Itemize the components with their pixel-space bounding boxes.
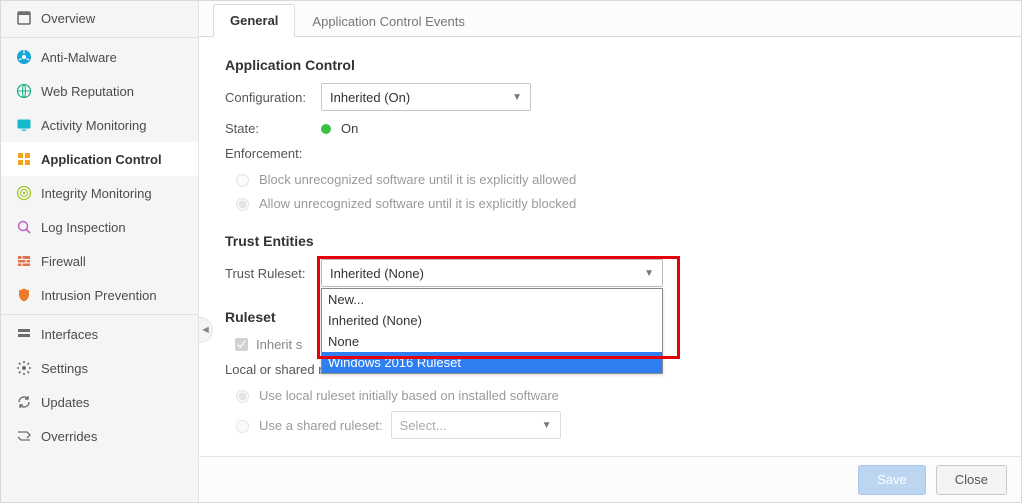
sidebar-item-firewall[interactable]: Firewall bbox=[1, 244, 198, 278]
inherit-checkbox bbox=[235, 338, 248, 351]
sidebar-item-antimalware[interactable]: Anti-Malware bbox=[1, 40, 198, 74]
radio-allow bbox=[236, 198, 249, 211]
sidebar-label: Web Reputation bbox=[41, 84, 134, 99]
app-icon bbox=[13, 151, 35, 167]
sidebar-item-appcontrol[interactable]: Application Control bbox=[1, 142, 198, 176]
search-icon bbox=[13, 219, 35, 235]
shared-ruleset-select: Select... ▼ bbox=[391, 411, 561, 439]
sidebar-item-settings[interactable]: Settings bbox=[1, 351, 198, 385]
state-label: State: bbox=[225, 121, 321, 136]
tab-general[interactable]: General bbox=[213, 4, 295, 37]
sidebar-label: Settings bbox=[41, 361, 88, 376]
tab-bar: General Application Control Events bbox=[199, 1, 1021, 37]
sidebar-label: Activity Monitoring bbox=[41, 118, 146, 133]
status-dot-icon bbox=[321, 124, 331, 134]
biohazard-icon bbox=[13, 49, 35, 65]
config-value: Inherited (On) bbox=[330, 90, 410, 105]
trust-ruleset-dropdown: New... Inherited (None) None Windows 201… bbox=[321, 288, 663, 374]
radio-shared bbox=[236, 420, 249, 433]
config-label: Configuration: bbox=[225, 90, 321, 105]
enforcement-allow-option: Allow unrecognized software until it is … bbox=[231, 195, 995, 211]
interfaces-icon bbox=[13, 326, 35, 342]
sidebar-item-overrides[interactable]: Overrides bbox=[1, 419, 198, 453]
overrides-icon bbox=[13, 428, 35, 444]
radio-block bbox=[236, 174, 249, 187]
firewall-icon bbox=[13, 253, 35, 269]
section-appcontrol-title: Application Control bbox=[225, 57, 995, 73]
sidebar-item-integrity[interactable]: Integrity Monitoring bbox=[1, 176, 198, 210]
chevron-down-icon: ▼ bbox=[644, 268, 654, 279]
sidebar-item-interfaces[interactable]: Interfaces bbox=[1, 317, 198, 351]
state-value: On bbox=[341, 121, 358, 136]
trust-label: Trust Ruleset: bbox=[225, 266, 321, 281]
tab-events[interactable]: Application Control Events bbox=[295, 5, 481, 37]
sidebar-label: Firewall bbox=[41, 254, 86, 269]
sidebar-item-ips[interactable]: Intrusion Prevention bbox=[1, 278, 198, 312]
trust-opt-new[interactable]: New... bbox=[322, 289, 662, 310]
close-button[interactable]: Close bbox=[936, 465, 1007, 495]
sidebar-label: Interfaces bbox=[41, 327, 98, 342]
sidebar: Overview Anti-Malware Web Reputation Act… bbox=[1, 1, 199, 502]
radio-local bbox=[236, 390, 249, 403]
overview-icon bbox=[13, 10, 35, 26]
sidebar-item-overview[interactable]: Overview bbox=[1, 1, 198, 35]
trust-value: Inherited (None) bbox=[330, 266, 424, 281]
trust-opt-windows2016[interactable]: Windows 2016 Ruleset bbox=[322, 352, 662, 373]
trust-opt-inherited[interactable]: Inherited (None) bbox=[322, 310, 662, 331]
sidebar-item-webrep[interactable]: Web Reputation bbox=[1, 74, 198, 108]
chevron-down-icon: ▼ bbox=[512, 92, 522, 103]
refresh-icon bbox=[13, 394, 35, 410]
footer-bar: Save Close bbox=[199, 456, 1021, 502]
sidebar-label: Intrusion Prevention bbox=[41, 288, 157, 303]
sidebar-label: Overrides bbox=[41, 429, 97, 444]
sidebar-item-updates[interactable]: Updates bbox=[1, 385, 198, 419]
configuration-select[interactable]: Inherited (On) ▼ bbox=[321, 83, 531, 111]
shared-ruleset-option: Use a shared ruleset: Select... ▼ bbox=[231, 411, 995, 439]
trust-ruleset-select[interactable]: Inherited (None) ▼ bbox=[321, 259, 663, 287]
sidebar-item-activity[interactable]: Activity Monitoring bbox=[1, 108, 198, 142]
shield-icon bbox=[13, 287, 35, 303]
enforcement-label: Enforcement: bbox=[225, 146, 321, 161]
sidebar-label: Anti-Malware bbox=[41, 50, 117, 65]
section-trust-title: Trust Entities bbox=[225, 233, 995, 249]
sidebar-label: Integrity Monitoring bbox=[41, 186, 152, 201]
sidebar-label: Application Control bbox=[41, 152, 162, 167]
globe-icon bbox=[13, 83, 35, 99]
sidebar-label: Updates bbox=[41, 395, 89, 410]
save-button[interactable]: Save bbox=[858, 465, 926, 495]
monitor-icon bbox=[13, 117, 35, 133]
sidebar-item-loginspection[interactable]: Log Inspection bbox=[1, 210, 198, 244]
chevron-down-icon: ▼ bbox=[542, 420, 552, 431]
local-ruleset-option: Use local ruleset initially based on ins… bbox=[231, 387, 995, 403]
sidebar-label: Overview bbox=[41, 11, 95, 26]
gear-icon bbox=[13, 360, 35, 376]
trust-opt-none[interactable]: None bbox=[322, 331, 662, 352]
enforcement-block-option: Block unrecognized software until it is … bbox=[231, 171, 995, 187]
main-panel: General Application Control Events Appli… bbox=[199, 1, 1021, 502]
radar-icon bbox=[13, 185, 35, 201]
sidebar-label: Log Inspection bbox=[41, 220, 126, 235]
